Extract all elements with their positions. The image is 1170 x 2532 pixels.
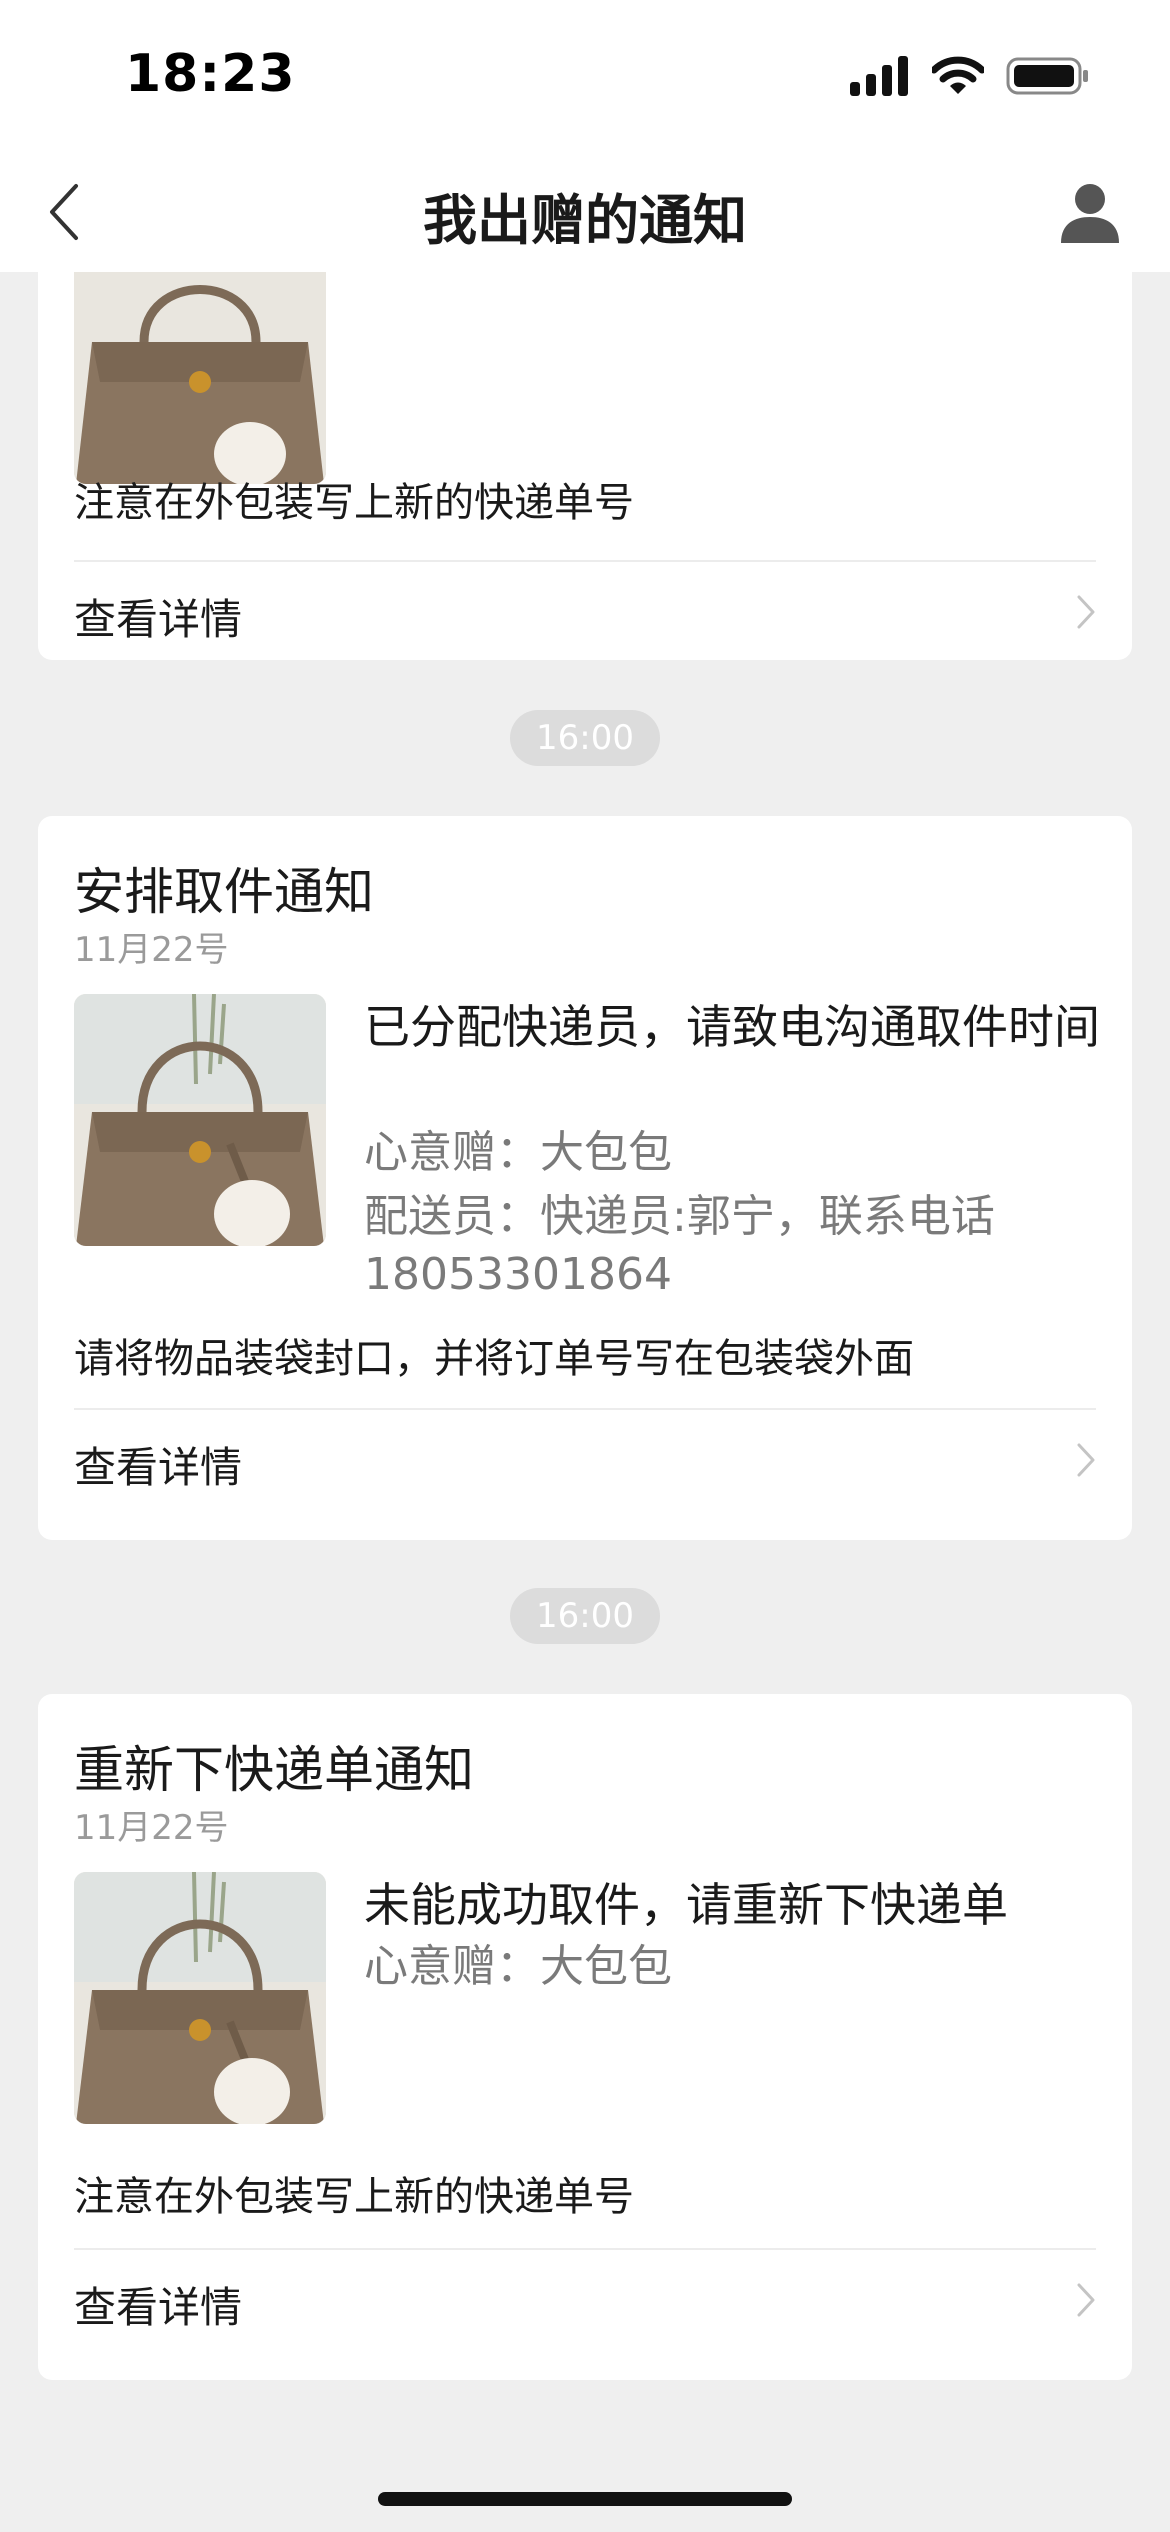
handbag-image xyxy=(74,1872,326,2124)
notice-note: 注意在外包装写上新的快递单号 xyxy=(74,2174,634,2220)
chevron-right-icon xyxy=(1077,1443,1095,1477)
home-indicator[interactable] xyxy=(378,2492,792,2506)
card-title: 重新下快递单通知 xyxy=(74,1741,474,1799)
chevron-right-icon xyxy=(1077,595,1095,629)
page-title: 我出赠的通知 xyxy=(423,189,747,252)
gift-name: 心意赠：大包包 xyxy=(364,1941,672,1992)
status-time: 18:23 xyxy=(125,44,296,104)
card-date: 11月22号 xyxy=(74,1808,229,1848)
time-label: 16:00 xyxy=(510,710,660,766)
notification-list[interactable]: 注意在外包装写上新的快递单号 注意在外包装写上新的快递单号 查看详情 16:00… xyxy=(0,272,1170,2532)
view-detail-label: 查看详情 xyxy=(74,1443,243,1492)
product-thumbnail[interactable] xyxy=(74,994,326,1246)
view-detail-label: 查看详情 xyxy=(74,595,243,644)
gift-name: 心意赠：大包包 xyxy=(364,1127,672,1178)
profile-button[interactable] xyxy=(1050,172,1130,252)
battery-icon xyxy=(1006,57,1088,95)
status-icons xyxy=(850,56,1090,96)
handbag-image xyxy=(74,994,326,1246)
notice-message: 已分配快递员，请致电沟通取件时间 xyxy=(364,1000,1100,1054)
product-thumbnail[interactable] xyxy=(74,1872,326,2124)
time-label: 16:00 xyxy=(510,1588,660,1644)
chevron-right-icon xyxy=(1077,2283,1095,2317)
view-detail-button[interactable]: 查看详情 xyxy=(74,1410,1096,1510)
nav-bar: 我出赠的通知 xyxy=(0,152,1170,272)
card-title: 安排取件通知 xyxy=(74,863,374,921)
notice-message: 未能成功取件，请重新下快递单 xyxy=(364,1878,1008,1932)
user-icon xyxy=(1061,184,1119,243)
view-detail-button[interactable]: 查看详情 xyxy=(74,2250,1096,2350)
notification-card: 重新下快递单通知 11月22号 未能成功取件，请重新下快递单 心意赠：大包包 注… xyxy=(38,1694,1132,2380)
status-bar: 18:23 xyxy=(0,0,1170,152)
view-detail-label: 查看详情 xyxy=(74,2283,243,2332)
card-date: 11月22号 xyxy=(74,930,229,970)
courier-info: 配送员：快递员:郭宁，联系电话18053301864 xyxy=(364,1191,995,1300)
notice-note: 注意在外包装写上新的快递单号 xyxy=(74,480,634,526)
notice-note: 请将物品装袋封口，并将订单号写在包装袋外面 xyxy=(74,1336,914,1382)
notification-card: 安排取件通知 11月22号 已分配快递员，请致电沟通取件时间 心意赠：大包包 配… xyxy=(38,816,1132,1540)
signal-icon xyxy=(850,56,908,96)
view-detail-button[interactable]: 查看详情 xyxy=(74,562,1096,662)
wifi-icon xyxy=(932,56,984,94)
notification-card-bottom: 注意在外包装写上新的快递单号 查看详情 xyxy=(38,272,1132,660)
